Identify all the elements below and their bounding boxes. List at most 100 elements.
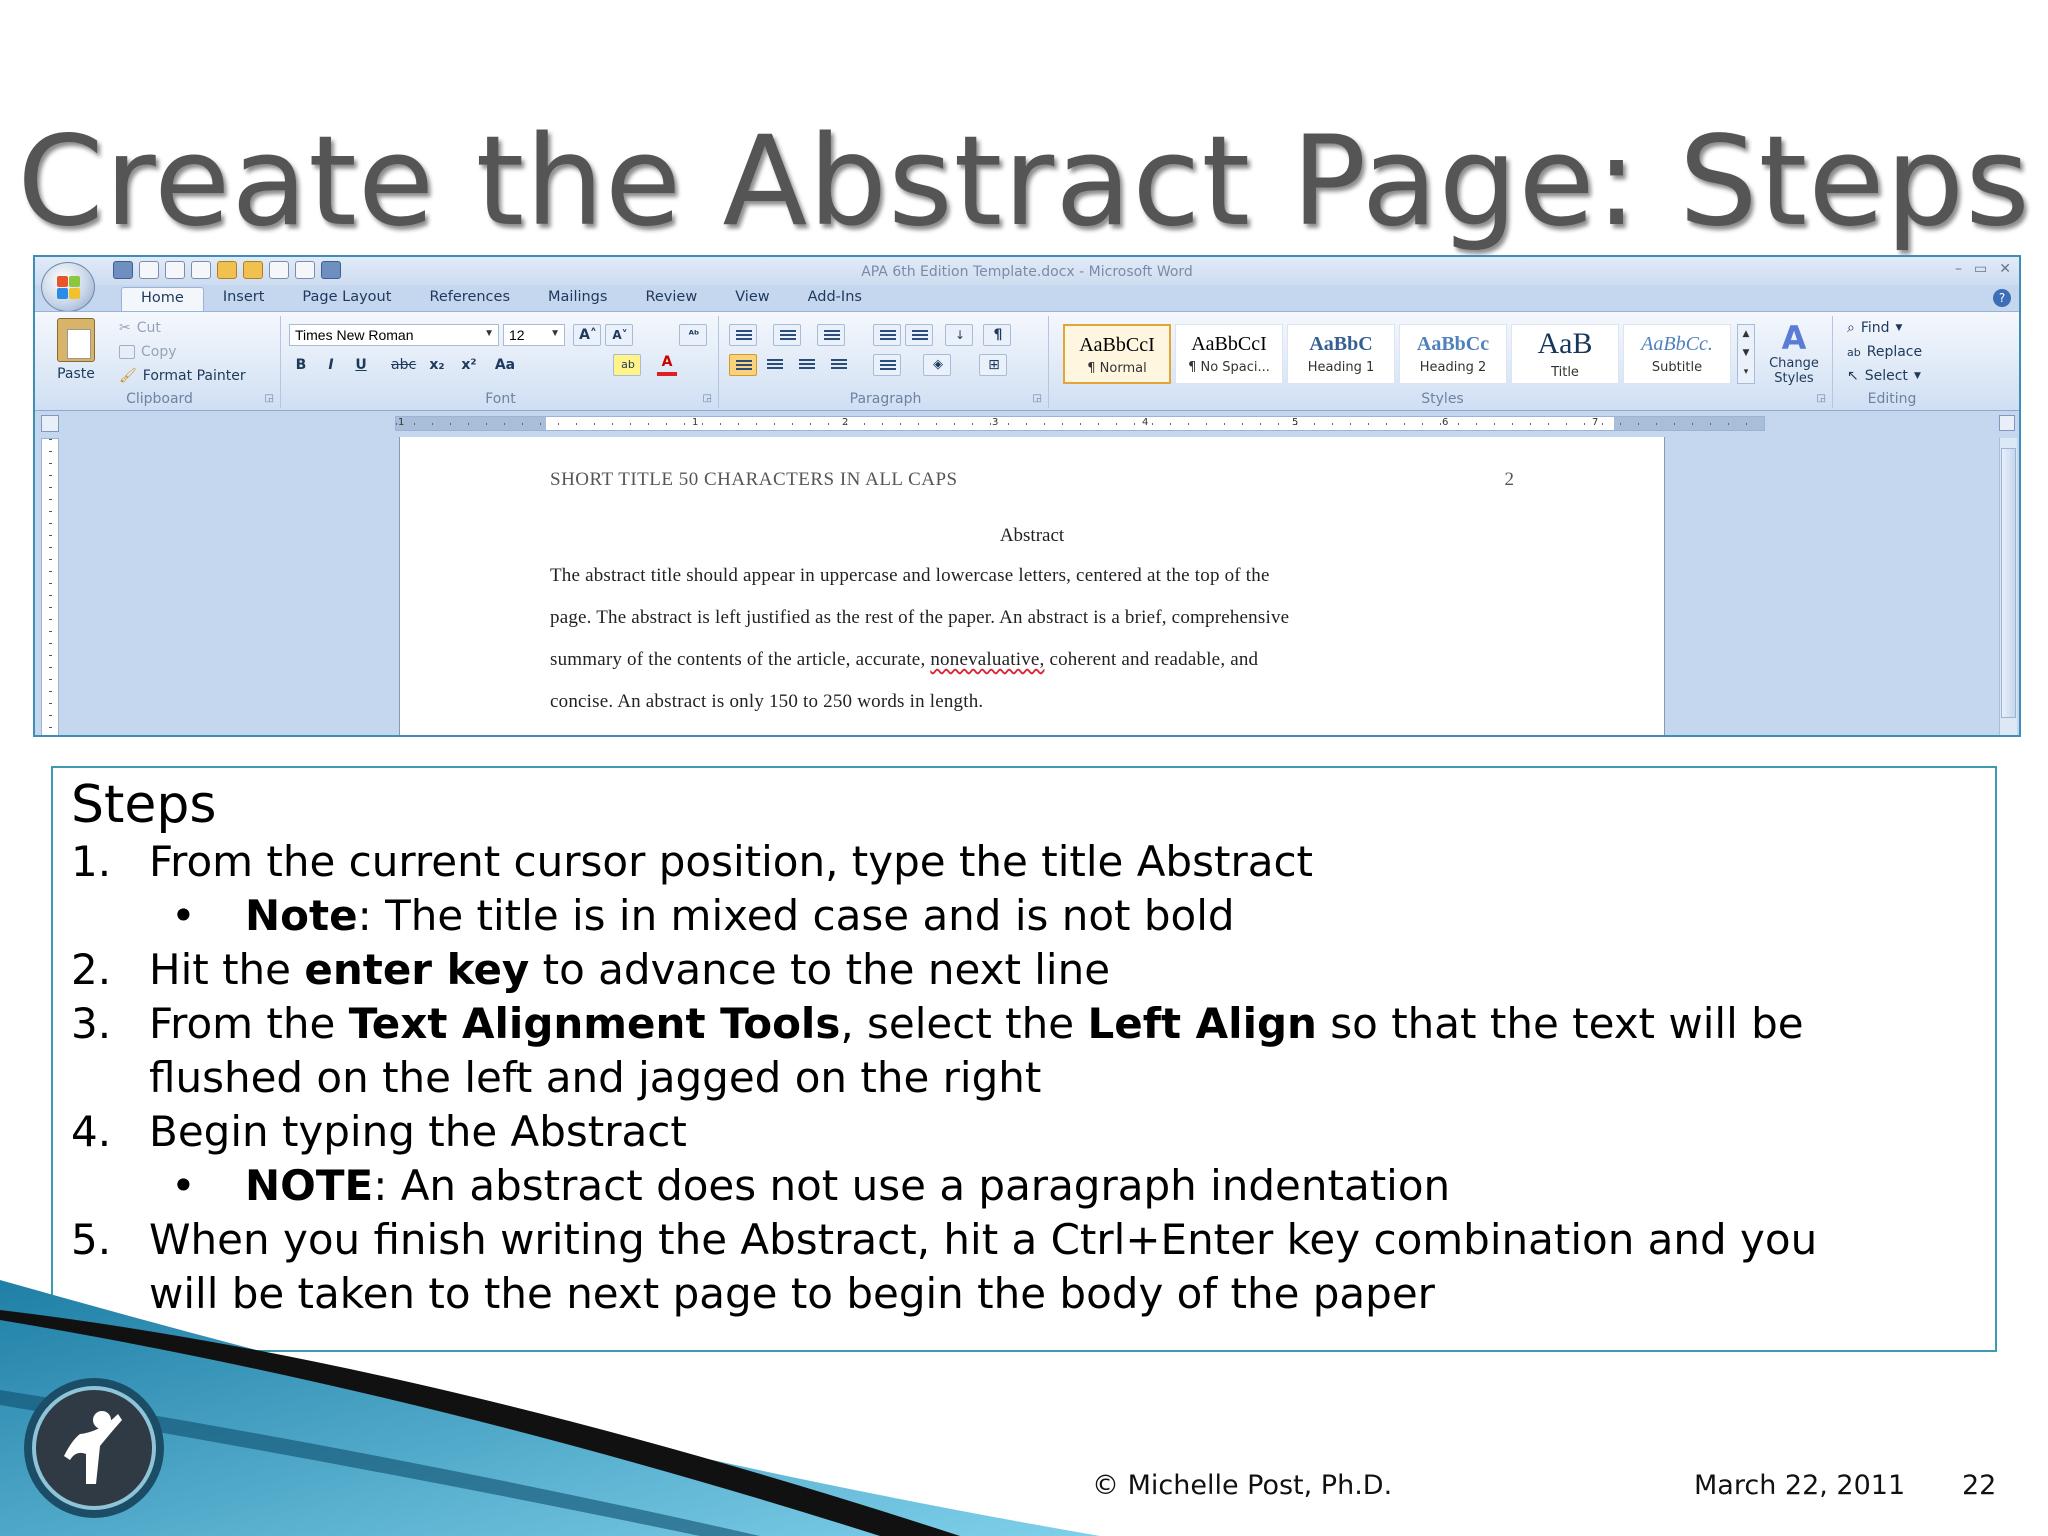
footer-date: March 22, 2011 — [1694, 1470, 1906, 1501]
style-title[interactable]: AaB Title — [1511, 324, 1619, 384]
restore-icon[interactable]: ▭ — [1974, 261, 1987, 277]
format-painter-button[interactable]: 🖌 Format Painter — [119, 368, 246, 384]
replace-button[interactable]: ab Replace — [1847, 344, 1922, 360]
abstract-title: Abstract — [999, 525, 1065, 546]
style-heading-1[interactable]: AaBbC Heading 1 — [1287, 324, 1395, 384]
style-no-spacing[interactable]: AaBbCcI ¶ No Spaci... — [1175, 324, 1283, 384]
font-group-label: Font — [485, 391, 516, 407]
view-ruler-icon[interactable] — [1999, 415, 2015, 431]
tab-references[interactable]: References — [410, 287, 529, 311]
decrease-indent-button[interactable] — [873, 324, 901, 346]
bullets-icon — [736, 330, 752, 342]
clear-formatting-button[interactable]: ᴬᵇ — [679, 324, 707, 346]
step-bold: Left Align — [1087, 999, 1317, 1049]
sort-button[interactable]: ↓ — [945, 324, 973, 346]
close-icon[interactable]: ✕ — [1999, 261, 2011, 277]
superscript-button[interactable]: x² — [457, 354, 481, 376]
styles-launcher-icon[interactable]: ◲ — [1817, 393, 1826, 404]
shading-button[interactable]: ◈ — [923, 354, 951, 376]
numbering-icon — [780, 330, 796, 342]
scrollbar-thumb[interactable] — [2001, 448, 2016, 718]
change-styles-button[interactable]: A Change Styles — [1761, 320, 1827, 386]
tab-review[interactable]: Review — [626, 287, 716, 311]
help-icon[interactable]: ? — [1993, 289, 2011, 307]
vertical-scrollbar[interactable] — [1999, 438, 2017, 735]
justify-icon — [831, 359, 847, 371]
paragraph-launcher-icon[interactable]: ◲ — [1033, 393, 1042, 404]
align-left-button[interactable] — [729, 354, 757, 376]
tab-insert[interactable]: Insert — [204, 287, 284, 311]
clipboard-launcher-icon[interactable]: ◲ — [265, 393, 274, 404]
document-page[interactable]: SHORT TITLE 50 CHARACTERS IN ALL CAPS 2 … — [399, 437, 1665, 735]
style-sample: AaBbC — [1309, 333, 1373, 355]
tab-view[interactable]: View — [716, 287, 788, 311]
align-center-icon — [767, 359, 783, 371]
show-hide-button[interactable]: ¶ — [983, 324, 1011, 346]
misspelled-word[interactable]: nonevaluative, — [930, 649, 1044, 670]
align-right-button[interactable] — [793, 354, 821, 376]
steps-heading: Steps — [71, 775, 217, 835]
ribbon: Paste ✂ Cut Copy 🖌 Format Painter Clipbo… — [35, 311, 2019, 411]
multilevel-list-button[interactable] — [817, 324, 845, 346]
grow-font-button[interactable]: A˄ — [573, 324, 601, 346]
bold-button[interactable]: B — [289, 354, 313, 376]
chevron-down-icon: ▼ — [550, 328, 560, 339]
select-button[interactable]: ↖ Select ▼ — [1847, 368, 1921, 384]
style-normal[interactable]: AaBbCcI ¶ Normal — [1063, 324, 1171, 384]
paste-label: Paste — [57, 366, 95, 382]
paste-button[interactable]: Paste — [47, 318, 105, 382]
horizontal-ruler[interactable]: 1 1 2 3 4 5 6 7 — [395, 416, 1765, 431]
underline-button[interactable]: U — [349, 354, 373, 376]
style-sample: AaBbCc. — [1641, 333, 1713, 355]
ribbon-tabs: Home Insert Page Layout References Maili… — [121, 287, 881, 311]
increase-indent-button[interactable] — [905, 324, 933, 346]
find-button[interactable]: ⌕ Find ▼ — [1847, 320, 1902, 336]
ruler-number: 5 — [1292, 417, 1299, 428]
abstract-line: concise. An abstract is only 150 to 250 … — [550, 691, 984, 712]
justify-button[interactable] — [825, 354, 853, 376]
font-color-icon: A — [661, 354, 673, 370]
vertical-ruler[interactable] — [41, 438, 59, 735]
office-button[interactable] — [41, 262, 95, 312]
style-subtitle[interactable]: AaBbCc. Subtitle — [1623, 324, 1731, 384]
change-case-button[interactable]: Aa — [493, 354, 517, 376]
copy-button[interactable]: Copy — [119, 344, 177, 360]
step-number: 4. — [71, 1107, 112, 1157]
step-4-note: • NOTE: An abstract does not use a parag… — [71, 1159, 1977, 1213]
bullets-button[interactable] — [729, 324, 757, 346]
cut-button[interactable]: ✂ Cut — [119, 320, 161, 336]
ruler-number: 2 — [842, 417, 849, 428]
document-page-number: 2 — [1504, 469, 1515, 490]
brush-icon: 🖌 — [119, 368, 137, 384]
cursor-icon: ↖ — [1847, 368, 1859, 384]
tab-mailings[interactable]: Mailings — [529, 287, 626, 311]
styles-scroll[interactable]: ▲ ▼ ▾ — [1737, 324, 1755, 384]
font-launcher-icon[interactable]: ◲ — [703, 393, 712, 404]
subscript-button[interactable]: x₂ — [425, 354, 449, 376]
highlight-color-button[interactable]: ab — [613, 354, 641, 376]
style-heading-2[interactable]: AaBbCc Heading 2 — [1399, 324, 1507, 384]
ruler-number: 4 — [1142, 417, 1149, 428]
tab-selector[interactable] — [41, 415, 59, 432]
italic-button[interactable]: I — [319, 354, 343, 376]
numbering-button[interactable] — [773, 324, 801, 346]
line-spacing-button[interactable] — [873, 354, 901, 376]
step-text: , select the — [840, 999, 1088, 1049]
pilcrow-icon: ¶ — [993, 327, 1003, 343]
style-name: Title — [1551, 365, 1579, 380]
tab-add-ins[interactable]: Add-Ins — [789, 287, 881, 311]
borders-button[interactable]: ⊞ — [979, 354, 1007, 376]
font-size-select[interactable]: 12 ▼ — [503, 324, 565, 346]
step-text: to advance to the next line — [529, 945, 1111, 995]
shrink-font-button[interactable]: A˅ — [605, 324, 633, 346]
align-center-button[interactable] — [761, 354, 789, 376]
chevron-down-icon: ▼ — [484, 328, 494, 339]
font-name-select[interactable]: Times New Roman ▼ — [289, 324, 499, 346]
strikethrough-button[interactable]: abc — [391, 354, 416, 376]
font-color-button[interactable]: A — [653, 354, 681, 376]
tab-page-layout[interactable]: Page Layout — [283, 287, 410, 311]
note-text: : The title is in mixed case and is not … — [357, 891, 1235, 941]
tab-home[interactable]: Home — [121, 287, 204, 311]
minimize-icon[interactable]: – — [1955, 261, 1962, 277]
style-name: ¶ No Spaci... — [1188, 360, 1270, 375]
